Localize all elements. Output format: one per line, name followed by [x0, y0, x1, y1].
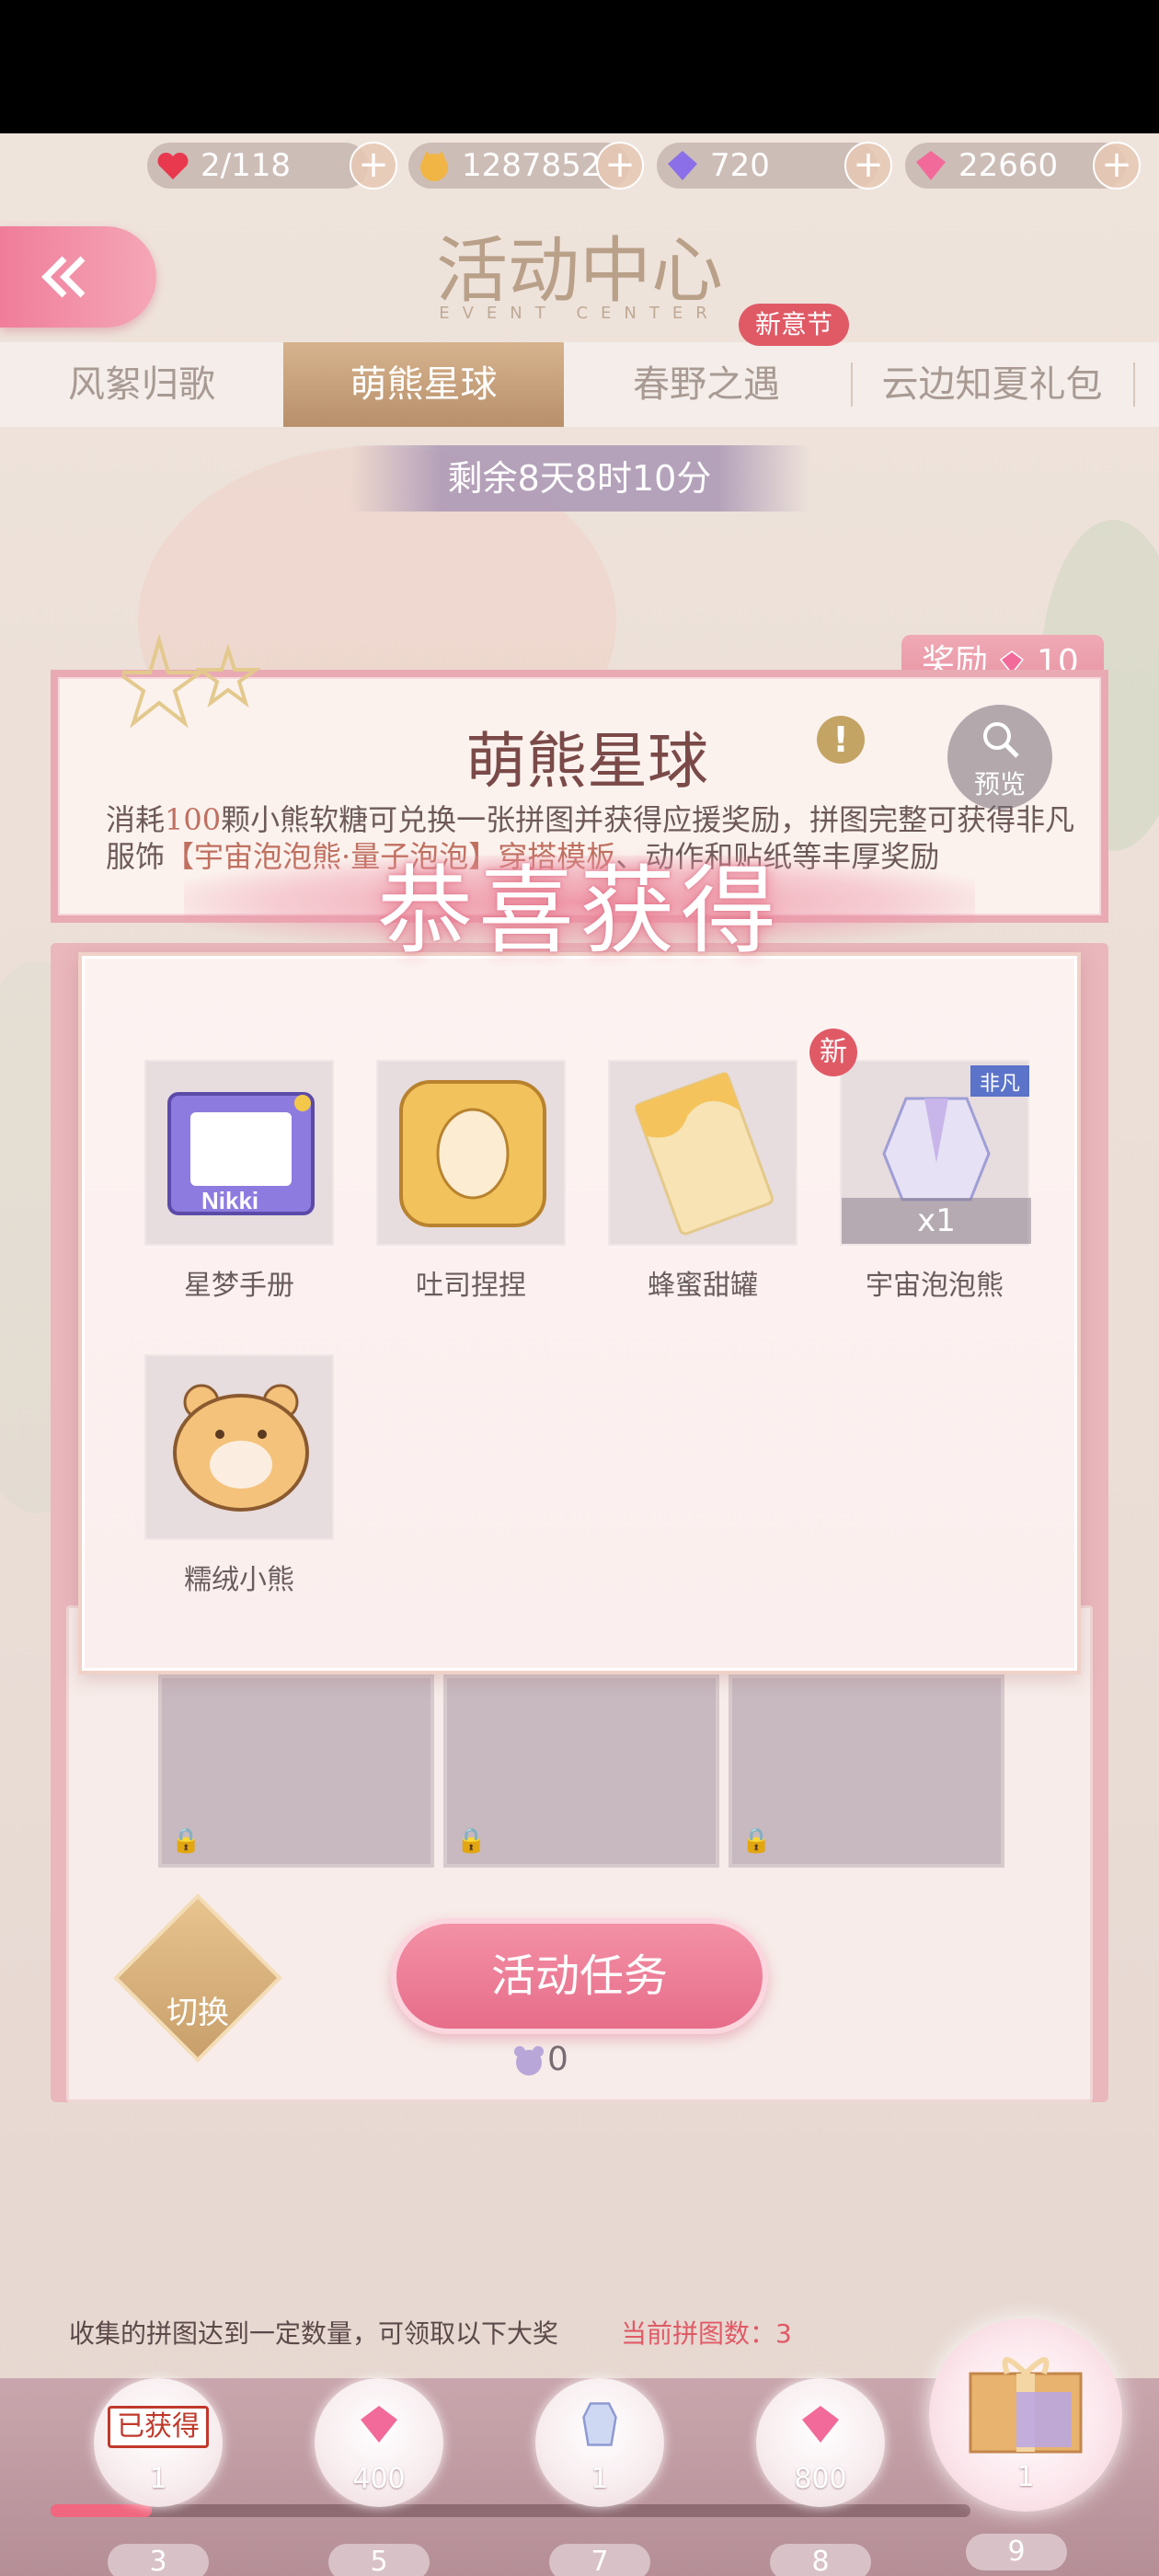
clothing-icon — [582, 2402, 617, 2446]
collect-note: 收集的拼图达到一定数量，可领取以下大奖 — [69, 2318, 559, 2349]
reward-item[interactable]: 蜂蜜甜罐 — [608, 1060, 798, 1303]
lock-icon: 🔒 — [171, 1827, 201, 1855]
milestone-number: 9 — [966, 2534, 1067, 2570]
stamina-counter: 2/118 — [147, 143, 368, 189]
event-task-button[interactable]: 活动任务 — [391, 1918, 768, 2034]
milestone-reward: 已获得 1 — [94, 2378, 223, 2507]
heart-icon — [157, 152, 189, 179]
stamina-value: 2/118 — [201, 147, 291, 184]
magnifier-icon — [983, 722, 1019, 758]
gold-value: 1287852 — [462, 147, 602, 184]
pink-diamond-icon — [916, 151, 946, 180]
pink-diamond-value: 22660 — [958, 147, 1059, 184]
milestone-number: 3 — [108, 2544, 209, 2576]
item-label: 蜂蜜甜罐 — [648, 1270, 758, 1302]
puzzle-slot[interactable]: 🔒 — [729, 1674, 1004, 1868]
switch-label: 切换 — [166, 1995, 229, 2031]
back-button[interactable] — [0, 226, 156, 328]
bear-candy-icon — [514, 2046, 544, 2076]
pink-diamond-icon — [802, 2406, 839, 2443]
milestone-number: 5 — [328, 2544, 430, 2576]
item-slot — [144, 1354, 334, 1540]
tab-label: 萌熊星球 — [350, 363, 498, 406]
countdown-timer: 剩余8天8时10分 — [350, 445, 809, 512]
current-puzzle-count: 当前拼图数：3 — [621, 2318, 792, 2349]
item-quantity: x1 — [842, 1198, 1031, 1244]
congrats-title: 恭喜获得 — [376, 855, 782, 967]
page-title: 活动中心 — [435, 230, 723, 313]
gift-box-icon — [969, 2357, 1083, 2454]
tab-chunye[interactable]: 春野之遇 — [564, 342, 849, 427]
tab-divider — [1133, 362, 1135, 407]
milestone-value: 400 — [352, 2463, 406, 2495]
event-tabs: 风絮归歌 萌熊星球 春野之遇 云边知夏礼包 — [0, 342, 1159, 427]
claimed-stamp: 已获得 — [108, 2406, 209, 2448]
reward-item[interactable]: 糯绒小熊 — [144, 1354, 334, 1597]
puzzle-slot[interactable]: 🔒 — [443, 1674, 719, 1868]
item-slot — [608, 1060, 798, 1246]
milestone-node[interactable]: 400 5 — [315, 2378, 443, 2576]
grand-prize[interactable]: 1 — [929, 2318, 1122, 2512]
purple-diamond-icon — [668, 151, 697, 180]
milestone-value: 1 — [1016, 2461, 1035, 2493]
reward-item[interactable]: Nikki 星梦手册 — [144, 1060, 334, 1303]
item-slot: Nikki — [144, 1060, 334, 1246]
status-bar — [0, 0, 1159, 133]
preview-button[interactable]: 预览 — [947, 705, 1052, 810]
tab-mengxiong[interactable]: 萌熊星球 — [283, 342, 564, 427]
tab-yunbian[interactable]: 云边知夏礼包 — [853, 342, 1131, 427]
info-icon[interactable]: ! — [817, 716, 865, 764]
page-subtitle: EVENT CENTER — [439, 304, 720, 323]
add-purple-diamond-button[interactable]: + — [844, 142, 892, 190]
pink-diamond-icon — [361, 2406, 397, 2443]
puzzle-slot[interactable]: 🔒 — [158, 1674, 434, 1868]
new-festival-badge: 新意节 — [739, 304, 849, 346]
milestone-value: 800 — [794, 2463, 847, 2495]
milestone-node[interactable]: 1 7 — [535, 2378, 664, 2576]
milestone-value: 1 — [149, 2463, 167, 2495]
svg-text:Nikki: Nikki — [201, 1187, 258, 1214]
milestone-reward: 1 — [535, 2378, 664, 2507]
add-stamina-button[interactable]: + — [350, 142, 397, 190]
tab-label: 云边知夏礼包 — [881, 363, 1103, 406]
item-label: 糯绒小熊 — [184, 1564, 294, 1596]
add-gold-button[interactable]: + — [596, 142, 644, 190]
new-badge: 新 — [809, 1029, 857, 1076]
item-slot — [376, 1060, 566, 1246]
milestone-node[interactable]: 已获得 1 3 — [94, 2378, 223, 2576]
double-chevron-left-icon — [41, 256, 86, 298]
coin-icon — [420, 151, 448, 181]
lock-icon: 🔒 — [741, 1827, 772, 1855]
lock-icon: 🔒 — [456, 1827, 487, 1855]
reward-item[interactable]: 吐司捏捏 — [376, 1060, 566, 1303]
reward-popup: Nikki 星梦手册 吐司捏捏 蜂蜜甜罐 非凡 x1 宇宙泡泡熊 糯绒小熊 — [78, 952, 1081, 1674]
reward-item[interactable]: 非凡 x1 宇宙泡泡熊 — [840, 1060, 1031, 1303]
toast-icon — [399, 1080, 546, 1227]
item-label: 吐司捏捏 — [416, 1270, 526, 1302]
item-slot: 非凡 x1 — [840, 1060, 1031, 1246]
milestone-node[interactable]: 800 8 — [756, 2378, 885, 2576]
item-label: 宇宙泡泡熊 — [866, 1270, 1004, 1302]
tab-label: 风絮归歌 — [68, 363, 215, 406]
milestone-reward: 800 — [756, 2378, 885, 2507]
tab-fengxu[interactable]: 风絮归歌 — [0, 342, 283, 427]
tab-label: 春野之遇 — [633, 363, 780, 406]
purple-diamond-value: 720 — [710, 147, 770, 184]
photo-frame-icon: Nikki — [167, 1092, 315, 1215]
rarity-tag: 非凡 — [980, 1073, 1021, 1096]
bear-icon — [173, 1384, 309, 1512]
item-label: 星梦手册 — [184, 1270, 294, 1302]
add-pink-diamond-button[interactable]: + — [1093, 142, 1141, 190]
milestone-reward: 400 — [315, 2378, 443, 2507]
milestone-number: 7 — [549, 2544, 650, 2576]
candy-count: 0 — [547, 2041, 568, 2078]
milestone-value: 1 — [591, 2463, 609, 2495]
milestone-number: 8 — [770, 2544, 871, 2576]
honey-card-icon — [635, 1072, 774, 1236]
preview-label: 预览 — [973, 769, 1026, 799]
